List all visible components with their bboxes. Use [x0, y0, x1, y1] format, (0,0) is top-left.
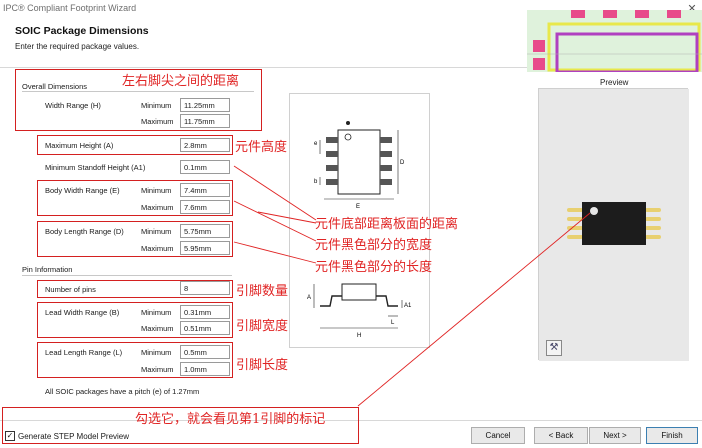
annotation-height: 元件高度	[235, 140, 288, 155]
annotation-num-pins: 引脚数量	[236, 284, 289, 299]
annotation-body-length: 元件黑色部分的长度	[315, 260, 433, 275]
annotation-body-width: 元件黑色部分的宽度	[315, 238, 433, 253]
annotation-standoff: 元件底部距离板面的距离	[315, 217, 459, 232]
annotation-lead-length: 引脚长度	[236, 358, 289, 373]
annotation-lead-width: 引脚宽度	[236, 319, 289, 334]
annotation-step: 勾选它，就会看见第1引脚的标记	[135, 412, 326, 427]
annotation-width: 左右脚尖之间的距离	[122, 74, 240, 89]
